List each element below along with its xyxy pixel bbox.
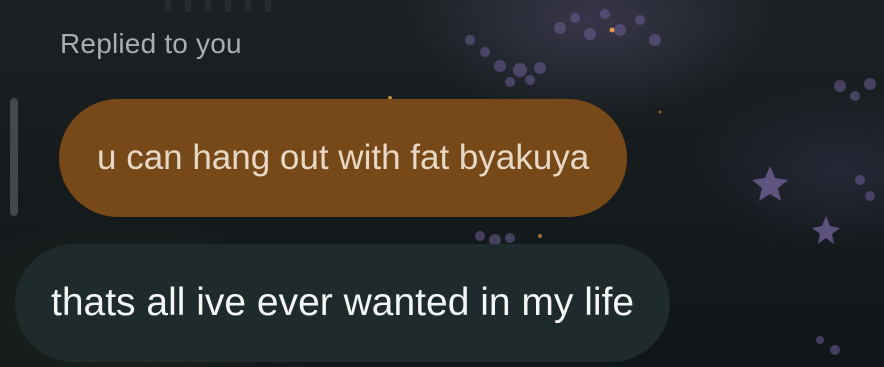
message-text: thats all ive ever wanted in my life [51,281,635,324]
chat-screen: Replied to you u can hang out with fat b… [0,0,884,367]
scroll-indicator[interactable] [10,98,18,216]
quoted-message-bubble[interactable]: u can hang out with fat byakuya [59,99,628,217]
quoted-message-text: u can hang out with fat byakuya [97,138,590,177]
reply-label: Replied to you [60,28,242,59]
message-bubble[interactable]: thats all ive ever wanted in my life [15,244,671,362]
